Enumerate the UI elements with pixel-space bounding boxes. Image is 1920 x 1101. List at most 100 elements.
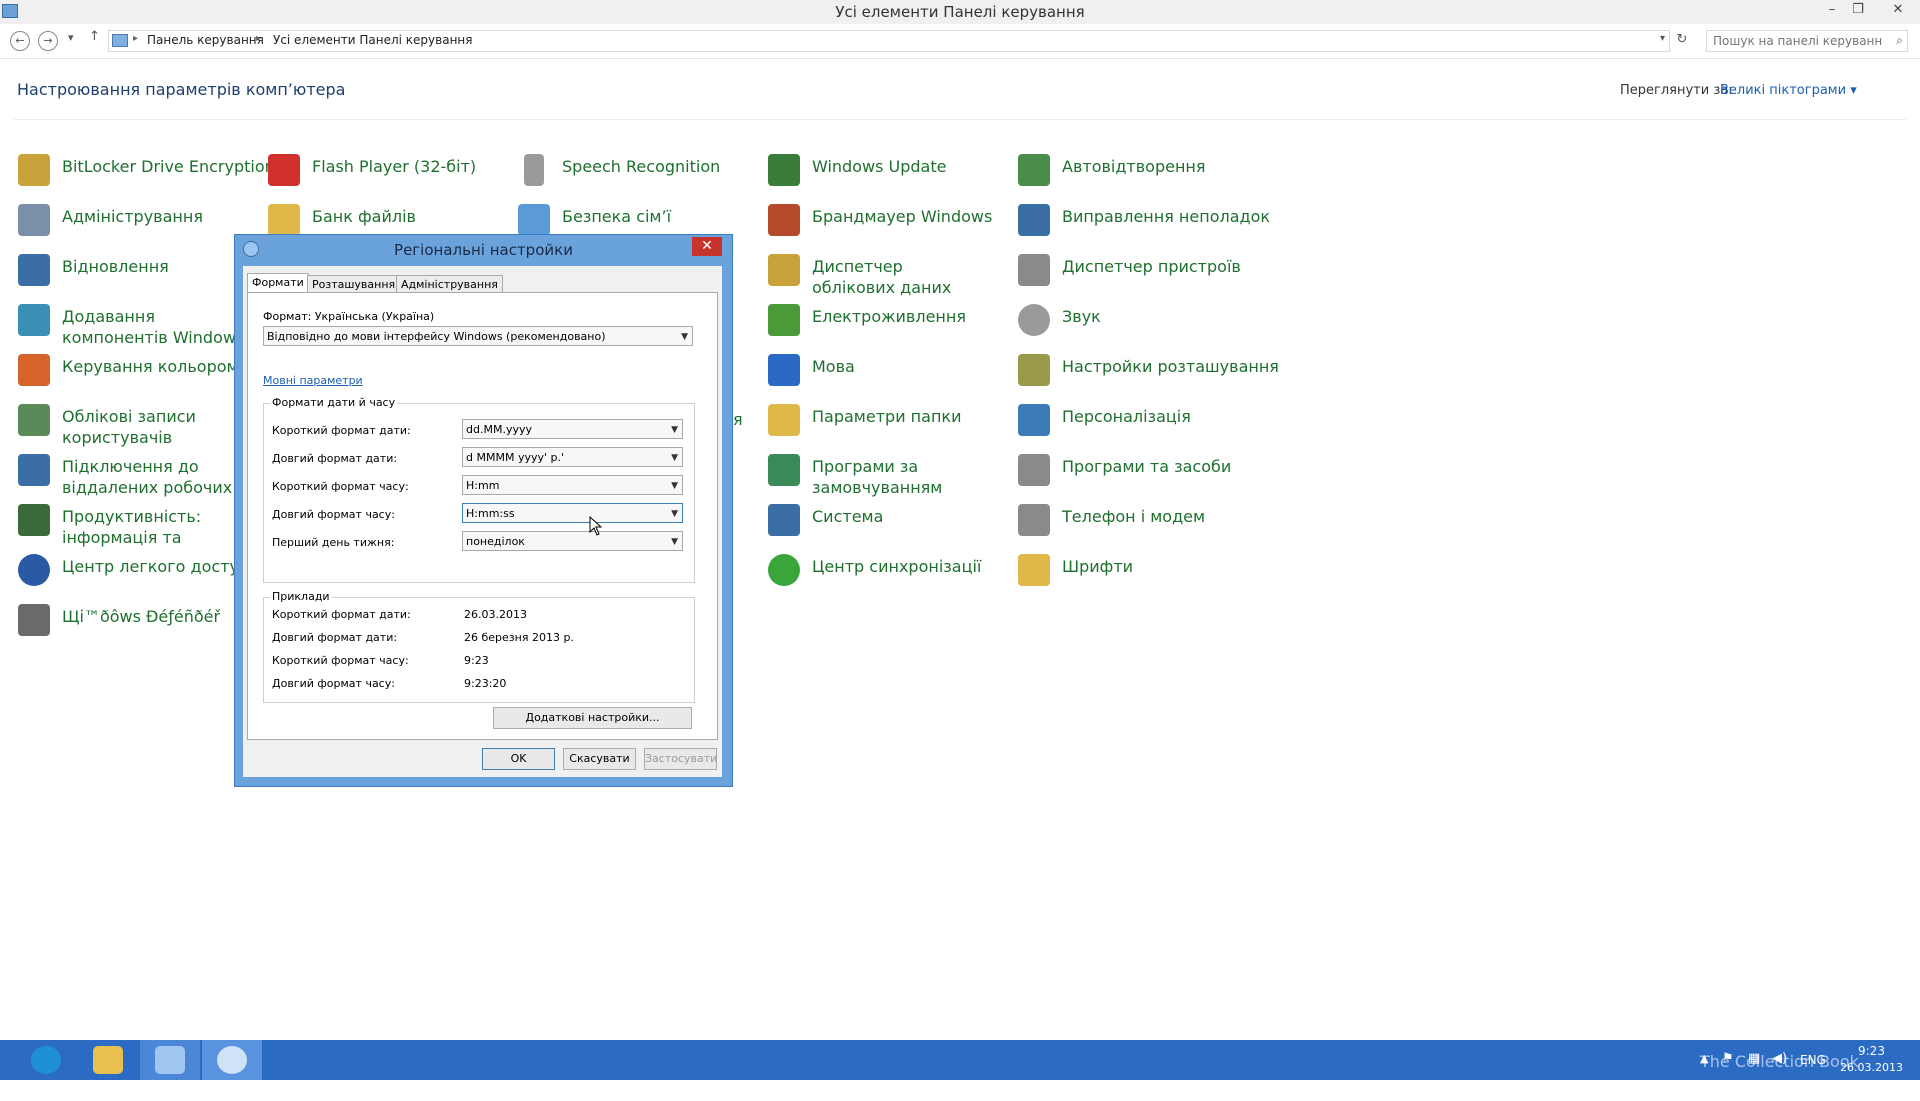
- dialog-close-button[interactable]: ✕: [692, 237, 722, 256]
- cp-item-label: Автовідтворення: [1062, 157, 1206, 176]
- mouse-cursor-icon: [589, 516, 603, 536]
- cp-item-user-accounts[interactable]: Облікові записи користувачів: [18, 400, 258, 447]
- short-date-value: dd.MM.yyyy: [466, 423, 532, 436]
- cp-item-ease-of-access[interactable]: Центр легкого доступу: [18, 550, 259, 596]
- cp-item-folder-options[interactable]: Параметри папки: [768, 400, 1008, 446]
- phone-modem-icon: [1018, 504, 1050, 536]
- back-button[interactable]: ←: [10, 31, 30, 51]
- show-hidden-icons[interactable]: ▲: [1700, 1052, 1708, 1092]
- address-bar[interactable]: ▸ Панель керування ▸ Усі елементи Панелі…: [108, 30, 1670, 52]
- cp-item-power-options[interactable]: Електроживлення: [768, 300, 1008, 346]
- cp-item-bitlocker[interactable]: BitLocker Drive Encryption: [18, 150, 275, 196]
- view-by-dropdown[interactable]: Великі піктограми ▾: [1720, 83, 1857, 98]
- cp-item-remote-desktop[interactable]: Підключення до віддалених робочих столів: [18, 450, 258, 497]
- cp-item-color-management[interactable]: Керування кольором: [18, 350, 258, 396]
- folder-icon: [93, 1046, 123, 1074]
- short-time-select[interactable]: H:mm ▼: [462, 475, 683, 495]
- cp-item-sound[interactable]: Звук: [1018, 300, 1258, 346]
- default-programs-icon: [768, 454, 800, 486]
- additional-settings-button[interactable]: Додаткові настройки...: [493, 707, 692, 729]
- long-time-select[interactable]: H:mm:ss ▼: [462, 503, 683, 523]
- example-short-date-label: Короткий формат дати:: [272, 608, 411, 621]
- chevron-down-icon[interactable]: ▾: [1660, 33, 1665, 44]
- autoplay-icon: [1018, 154, 1050, 186]
- view-by-label: Переглянути за:: [1620, 83, 1733, 98]
- example-long-time-value: 9:23:20: [464, 677, 507, 690]
- language-settings-link[interactable]: Мовні параметри: [263, 374, 363, 387]
- taskbar-control-panel-button[interactable]: [140, 1040, 200, 1080]
- cp-item-label: Звук: [1062, 307, 1101, 326]
- close-window-button[interactable]: ✕: [1886, 2, 1910, 20]
- chevron-right-icon: ▸: [256, 33, 262, 44]
- cp-item-troubleshooting[interactable]: Виправлення неполадок: [1018, 200, 1270, 246]
- cp-item-label: Щі™ðôws Ðéƒéñðéř: [62, 607, 221, 626]
- format-label: Формат: Українська (Україна): [263, 310, 435, 323]
- cp-item-windows-defender[interactable]: Щі™ðôws Ðéƒéñðéř: [18, 600, 258, 646]
- cp-item-administration[interactable]: Адміністрування: [18, 200, 258, 246]
- refresh-button[interactable]: ↻: [1672, 30, 1692, 50]
- breadcrumb-control-panel[interactable]: Панель керування: [147, 33, 264, 47]
- cp-item-windows-update[interactable]: Windows Update: [768, 150, 1008, 196]
- cp-item-device-manager[interactable]: Диспетчер пристроїв: [1018, 250, 1258, 296]
- cp-item-credential-manager[interactable]: Диспетчер облікових даних: [768, 250, 1008, 297]
- cp-item-flash-player[interactable]: Flash Player (32-біт): [268, 150, 508, 196]
- forward-button[interactable]: →: [38, 31, 58, 51]
- search-icon[interactable]: ⌕: [1896, 33, 1903, 48]
- taskbar-explorer-button[interactable]: [78, 1040, 138, 1080]
- language-indicator[interactable]: ENG: [1800, 1053, 1826, 1093]
- cp-item-system[interactable]: Система: [768, 500, 1008, 546]
- minimize-button[interactable]: –: [1820, 2, 1844, 20]
- cp-item-language[interactable]: Мова: [768, 350, 1008, 396]
- search-input[interactable]: [1707, 31, 1885, 51]
- long-time-value: H:mm:ss: [466, 507, 515, 520]
- example-long-date-label: Довгий формат дати:: [272, 631, 398, 644]
- chevron-down-icon: ▼: [681, 332, 688, 342]
- taskbar-region-button[interactable]: [202, 1040, 262, 1080]
- cp-item-personalization[interactable]: Персоналізація: [1018, 400, 1258, 446]
- cp-item-performance[interactable]: Продуктивність: інформація та знаряддя: [18, 500, 258, 547]
- search-box[interactable]: ⌕: [1706, 30, 1908, 52]
- recovery-icon: [18, 254, 50, 286]
- network-icon[interactable]: ▦: [1748, 1051, 1760, 1091]
- cp-item-phone-modem[interactable]: Телефон і модем: [1018, 500, 1258, 546]
- cancel-button[interactable]: Скасувати: [563, 748, 636, 770]
- cp-item-programs-features[interactable]: Програми та засоби: [1018, 450, 1258, 496]
- first-day-select[interactable]: понеділок ▼: [462, 531, 683, 551]
- long-date-select[interactable]: d MMMM yyyy' р.' ▼: [462, 447, 683, 467]
- partial-item-label: я: [733, 410, 743, 429]
- control-panel-address-icon: [112, 34, 128, 47]
- cp-item-firewall[interactable]: Брандмауер Windows: [768, 200, 1008, 246]
- cp-item-sync-center[interactable]: Центр синхронізації: [768, 550, 1008, 596]
- cp-item-add-features[interactable]: Додавання компонентів Windows 8: [18, 300, 258, 347]
- location-settings-icon: [1018, 354, 1050, 386]
- cp-item-speech-recognition[interactable]: Speech Recognition: [518, 150, 758, 196]
- tab-formats[interactable]: Формати: [247, 273, 309, 293]
- cp-item-default-programs[interactable]: Програми за замовчуванням: [768, 450, 1008, 497]
- microphone-icon: [524, 154, 544, 186]
- taskbar-ie-button[interactable]: [16, 1040, 76, 1080]
- up-button[interactable]: ↑: [89, 29, 100, 44]
- add-features-icon: [18, 304, 50, 336]
- clock-date[interactable]: 26.03.2013: [1840, 1061, 1903, 1101]
- apply-button[interactable]: Застосувати: [644, 748, 717, 770]
- breadcrumb-all-items[interactable]: Усі елементи Панелі керування: [273, 33, 473, 47]
- file-history-icon: [268, 204, 300, 236]
- flag-icon[interactable]: ⚑: [1722, 1051, 1734, 1091]
- cp-item-recovery[interactable]: Відновлення: [18, 250, 258, 296]
- cp-item-label: Підключення до віддалених робочих столів: [62, 457, 233, 497]
- volume-icon[interactable]: ◀): [1772, 1051, 1787, 1091]
- short-date-select[interactable]: dd.MM.yyyy ▼: [462, 419, 683, 439]
- cp-item-autoplay[interactable]: Автовідтворення: [1018, 150, 1258, 196]
- example-long-time-label: Довгий формат часу:: [272, 677, 395, 690]
- history-dropdown[interactable]: ▾: [68, 31, 74, 44]
- format-select[interactable]: Відповідно до мови інтерфейсу Windows (р…: [263, 326, 693, 346]
- ok-button[interactable]: OK: [482, 748, 555, 770]
- format-select-value: Відповідно до мови інтерфейсу Windows (р…: [267, 330, 606, 343]
- cp-item-fonts[interactable]: Шрифти: [1018, 550, 1258, 596]
- restore-button[interactable]: ❐: [1846, 2, 1870, 20]
- cp-item-label: Програми за замовчуванням: [812, 457, 943, 497]
- divider: [14, 119, 1906, 120]
- cp-item-location-settings[interactable]: Настройки розташування: [1018, 350, 1279, 396]
- folder-options-icon: [768, 404, 800, 436]
- region-dialog: Регіональні настройки ✕ Формати Розташув…: [234, 234, 733, 787]
